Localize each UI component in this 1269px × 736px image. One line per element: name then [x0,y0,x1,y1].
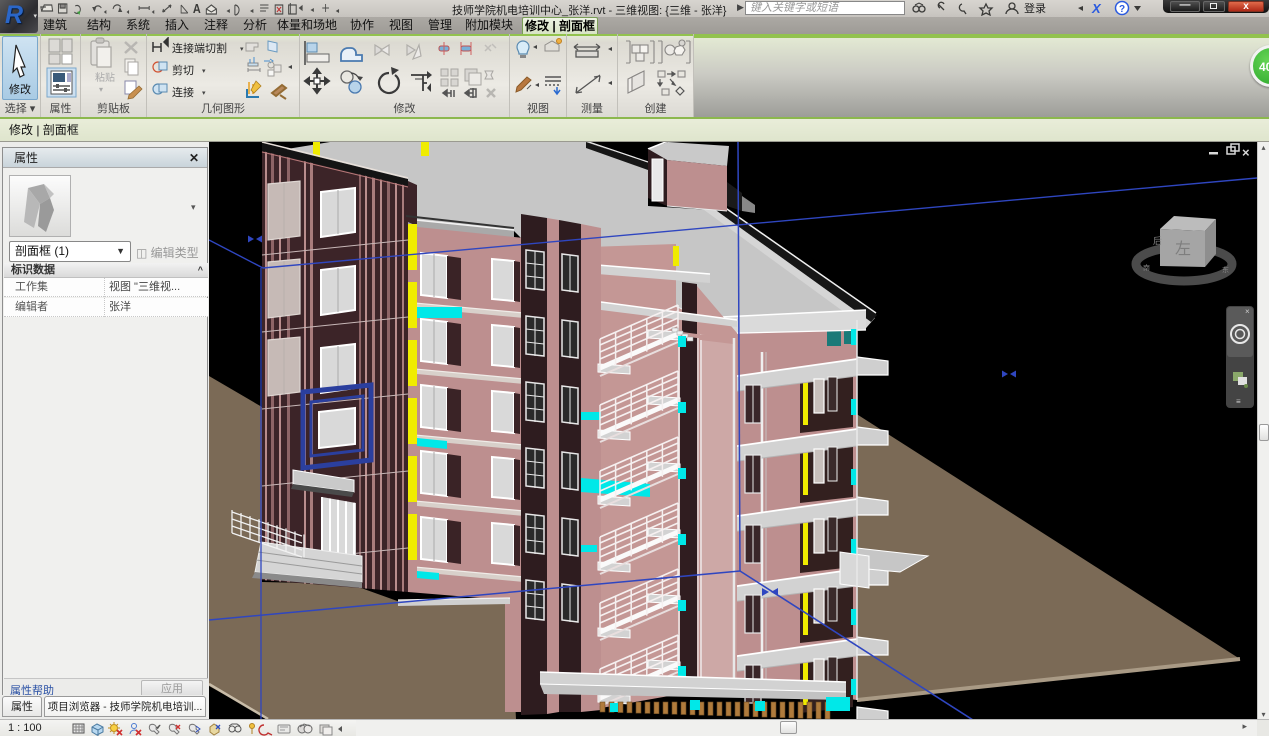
svg-text:▾: ▾ [240,46,244,53]
svg-text:连接端切割: 连接端切割 [172,41,227,55]
svg-text:左: 左 [1175,240,1191,258]
svg-text:✓: ✓ [156,725,161,731]
svg-text:×: × [1242,145,1250,160]
svg-text:东: 东 [1222,265,1229,274]
svg-text:≡: ≡ [1236,397,1241,406]
svg-text:▾: ▾ [202,90,206,97]
svg-text:后: 后 [1153,236,1162,246]
svg-text:▾: ▾ [202,68,206,75]
svg-text:A: A [193,1,201,16]
svg-text:南: 南 [1143,263,1150,272]
svg-text:粘贴: 粘贴 [95,71,115,84]
svg-text:×: × [1245,307,1250,316]
svg-text:剪切: 剪切 [172,63,194,77]
svg-text:?: ? [1119,4,1125,15]
svg-text:X: X [1091,1,1102,16]
svg-text:连接: 连接 [172,86,194,99]
svg-text:▾: ▾ [99,85,103,94]
svg-text:登录: 登录 [1024,1,1046,15]
svg-text:修改: 修改 [9,82,31,96]
